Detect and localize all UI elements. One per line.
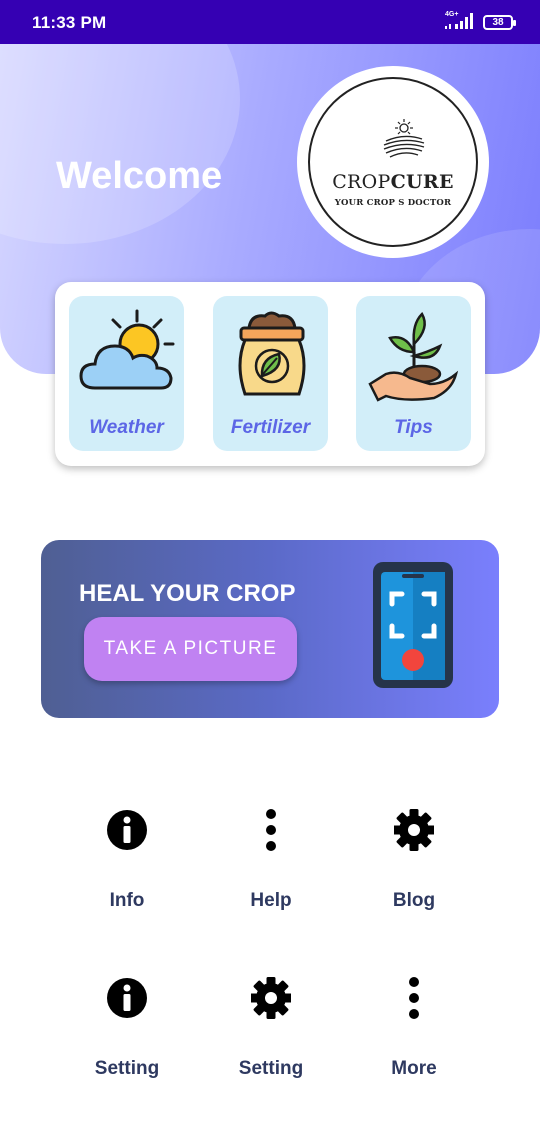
heal-title: HEAL YOUR CROP — [79, 580, 296, 607]
welcome-title: Welcome — [56, 155, 223, 197]
take-picture-button[interactable]: TAKE A PICTURE — [84, 617, 297, 681]
logo-brand-light: CROP — [332, 171, 391, 193]
heal-banner: HEAL YOUR CROP TAKE A PICTURE — [41, 540, 499, 718]
gear-icon — [251, 977, 291, 1019]
hero-decor-blob — [0, 44, 240, 244]
logo-brand: CROPCURE — [310, 171, 476, 193]
logo-brand-bold: CURE — [390, 171, 454, 193]
menu-item-setting-2[interactable]: Setting — [211, 976, 331, 1086]
plant-hand-icon — [368, 311, 459, 402]
status-bar: 11:33 PM 4G+ 38 — [0, 0, 540, 44]
gear-icon — [394, 809, 434, 851]
menu-label: Blog — [392, 890, 436, 911]
info-icon — [107, 978, 147, 1018]
app-logo: CROPCURE YOUR CROP S DOCTOR — [297, 66, 489, 258]
feature-card-weather[interactable]: Weather — [69, 296, 184, 451]
feature-card-tips[interactable]: Tips — [356, 296, 471, 451]
menu-label: Help — [250, 890, 292, 911]
phone-scan-icon — [373, 562, 453, 688]
feature-card-fertilizer[interactable]: Fertilizer — [213, 296, 328, 451]
menu-label: Setting — [238, 1058, 304, 1079]
weather-icon — [79, 309, 175, 390]
feature-cards-panel: Weather Fertilizer Tips — [55, 282, 485, 466]
menu-item-help[interactable]: Help — [211, 808, 331, 918]
menu-label: Setting — [94, 1058, 160, 1079]
logo-ring: CROPCURE YOUR CROP S DOCTOR — [308, 77, 478, 247]
feature-label: Tips — [394, 417, 433, 438]
status-time: 11:33 PM — [32, 13, 107, 32]
fertilizer-icon — [238, 311, 306, 396]
menu-item-setting[interactable]: Setting — [67, 976, 187, 1086]
menu-item-more[interactable]: More — [354, 976, 474, 1086]
menu-label: Info — [109, 890, 145, 911]
feature-label: Weather — [89, 417, 164, 438]
info-icon — [107, 810, 147, 850]
more-vertical-icon — [409, 977, 419, 1019]
more-vertical-icon — [266, 809, 276, 851]
battery-icon: 38 — [483, 15, 516, 30]
menu-label: More — [391, 1058, 437, 1079]
menu-item-info[interactable]: Info — [67, 808, 187, 918]
field-sun-icon — [383, 119, 425, 158]
logo-tagline: YOUR CROP S DOCTOR — [334, 198, 452, 208]
signal-icon — [445, 13, 473, 29]
menu-item-blog[interactable]: Blog — [354, 808, 474, 918]
feature-label: Fertilizer — [230, 417, 311, 438]
